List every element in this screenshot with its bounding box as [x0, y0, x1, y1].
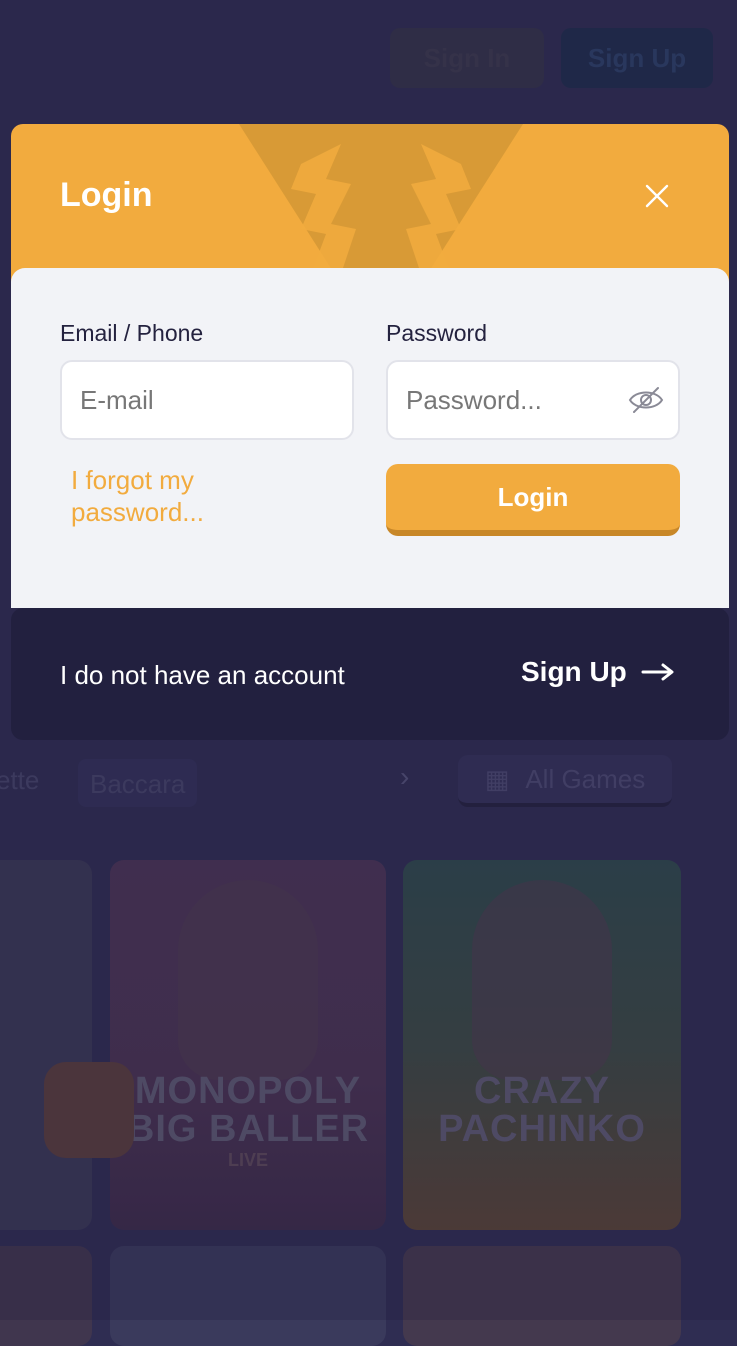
close-icon[interactable] — [641, 180, 673, 212]
no-account-text: I do not have an account — [60, 660, 345, 690]
modal-footer: I do not have an account Sign Up — [11, 608, 729, 740]
sign-up-link[interactable]: Sign Up — [521, 656, 675, 688]
eye-off-icon[interactable] — [628, 386, 664, 414]
login-modal: Login Email / Phone Password I forgot my… — [11, 124, 729, 740]
password-label: Password — [386, 320, 487, 346]
email-label: Email / Phone — [60, 320, 204, 346]
forgot-password-link[interactable]: I forgot my password... — [71, 464, 271, 528]
lightning-emblem-icon — [239, 124, 523, 284]
email-input[interactable] — [60, 360, 354, 440]
modal-header: Login — [11, 124, 729, 284]
login-button[interactable]: Login — [386, 464, 680, 536]
sign-up-label: Sign Up — [521, 656, 627, 687]
login-form: Email / Phone Password I forgot my passw… — [11, 268, 729, 608]
modal-title: Login — [60, 176, 153, 214]
arrow-right-icon — [641, 663, 674, 681]
